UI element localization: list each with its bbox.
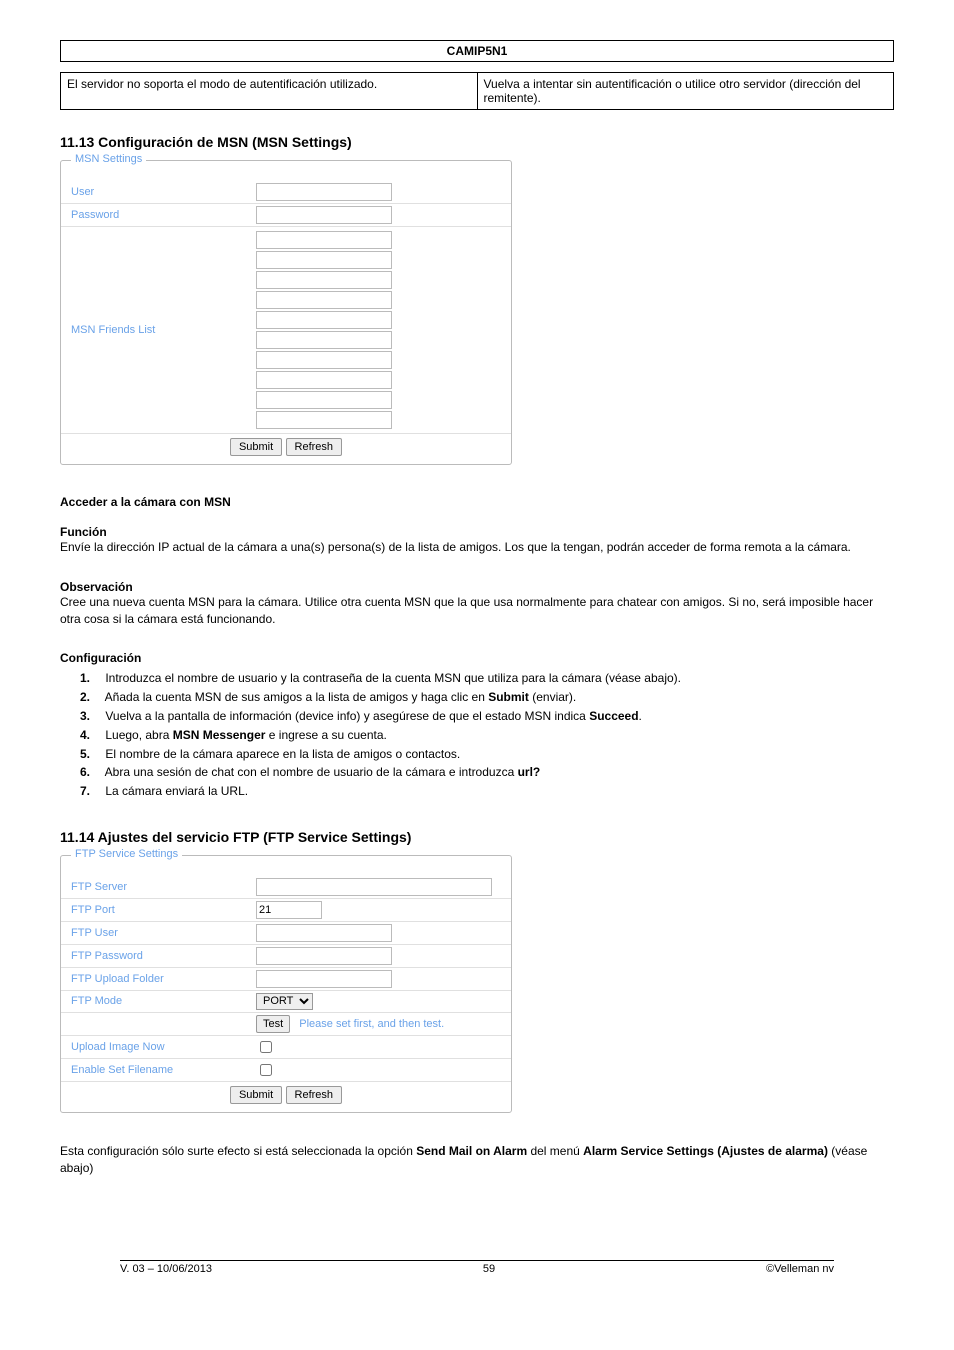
step-3: 3. Vuelva a la pantalla de información (… [80, 707, 894, 726]
ftp-upload-folder-input[interactable] [256, 970, 392, 988]
ftp-upload-folder-label: FTP Upload Folder [61, 967, 250, 990]
page-header: CAMIP5N1 [60, 40, 894, 62]
msn-password-label: Password [61, 204, 250, 227]
info-table: El servidor no soporta el modo de autent… [60, 72, 894, 110]
configuracion-steps: 1. Introduzca el nombre de usuario y la … [60, 669, 894, 801]
section-1114-heading: 11.14 Ajustes del servicio FTP (FTP Serv… [60, 829, 894, 845]
ftp-mode-select[interactable]: PORT [256, 993, 313, 1010]
footer-version: V. 03 – 10/06/2013 [120, 1263, 212, 1275]
ftp-port-input[interactable] [256, 901, 322, 919]
msn-friend-input-5[interactable] [256, 311, 392, 329]
ftp-test-hint: Please set first, and then test. [299, 1018, 444, 1030]
ftp-user-input[interactable] [256, 924, 392, 942]
msn-user-label: User [61, 181, 250, 204]
step-2: 2. Añada la cuenta MSN de sus amigos a l… [80, 688, 894, 707]
section-1113-heading: 11.13 Configuración de MSN (MSN Settings… [60, 134, 894, 150]
step-6: 6. Abra una sesión de chat con el nombre… [80, 763, 894, 782]
ftp-mode-label: FTP Mode [61, 990, 250, 1012]
step-5: 5. El nombre de la cámara aparece en la … [80, 745, 894, 764]
ftp-test-button[interactable]: Test [256, 1015, 290, 1033]
configuracion-heading: Configuración [60, 651, 894, 665]
msn-settings-legend: MSN Settings [71, 153, 146, 165]
msn-friend-input-4[interactable] [256, 291, 392, 309]
msn-friend-input-2[interactable] [256, 251, 392, 269]
msn-friend-input-10[interactable] [256, 411, 392, 429]
msn-friend-input-6[interactable] [256, 331, 392, 349]
ftp-server-input[interactable] [256, 878, 492, 896]
ftp-user-label: FTP User [61, 921, 250, 944]
msn-settings-panel: MSN Settings User Password MSN Friends L… [60, 160, 512, 465]
ftp-password-label: FTP Password [61, 944, 250, 967]
post-ftp-text: Esta configuración sólo surte efecto si … [60, 1143, 894, 1177]
step-1: 1. Introduzca el nombre de usuario y la … [80, 669, 894, 688]
ftp-submit-button[interactable]: Submit [230, 1086, 282, 1104]
step-4: 4. Luego, abra MSN Messenger e ingrese a… [80, 726, 894, 745]
msn-submit-button[interactable]: Submit [230, 438, 282, 456]
msn-refresh-button[interactable]: Refresh [286, 438, 343, 456]
msn-friend-input-8[interactable] [256, 371, 392, 389]
ftp-test-label [61, 1012, 250, 1035]
ftp-button-row: Submit Refresh [61, 1081, 511, 1104]
msn-friend-input-7[interactable] [256, 351, 392, 369]
msn-access-heading: Acceder a la cámara con MSN [60, 495, 894, 509]
ftp-refresh-button[interactable]: Refresh [286, 1086, 343, 1104]
observacion-heading: Observación [60, 580, 894, 594]
msn-friends-list [256, 229, 505, 431]
ftp-upload-now-checkbox[interactable] [260, 1041, 272, 1053]
info-left: El servidor no soporta el modo de autent… [61, 73, 478, 110]
ftp-upload-now-label: Upload Image Now [61, 1035, 250, 1058]
ftp-settings-legend: FTP Service Settings [71, 848, 182, 860]
msn-button-row: Submit Refresh [61, 433, 511, 456]
msn-friend-input-1[interactable] [256, 231, 392, 249]
ftp-settings-panel: FTP Service Settings FTP Server FTP Port… [60, 855, 512, 1113]
observacion-text: Cree una nueva cuenta MSN para la cámara… [60, 594, 894, 628]
msn-user-input[interactable] [256, 183, 392, 201]
info-right: Vuelva a intentar sin autentificación o … [477, 73, 894, 110]
msn-friend-input-9[interactable] [256, 391, 392, 409]
ftp-password-input[interactable] [256, 947, 392, 965]
page-footer: V. 03 – 10/06/2013 59 ©Velleman nv [120, 1260, 834, 1275]
msn-friend-input-3[interactable] [256, 271, 392, 289]
msn-password-input[interactable] [256, 206, 392, 224]
ftp-enable-filename-label: Enable Set Filename [61, 1058, 250, 1081]
ftp-server-label: FTP Server [61, 876, 250, 899]
ftp-enable-filename-checkbox[interactable] [260, 1064, 272, 1076]
step-7: 7. La cámara enviará la URL. [80, 782, 894, 801]
footer-page-number: 59 [483, 1263, 495, 1275]
msn-friends-label: MSN Friends List [61, 227, 250, 434]
ftp-port-label: FTP Port [61, 898, 250, 921]
funcion-text: Envíe la dirección IP actual de la cámar… [60, 539, 894, 556]
funcion-heading: Función [60, 525, 894, 539]
footer-copyright: ©Velleman nv [766, 1263, 834, 1275]
